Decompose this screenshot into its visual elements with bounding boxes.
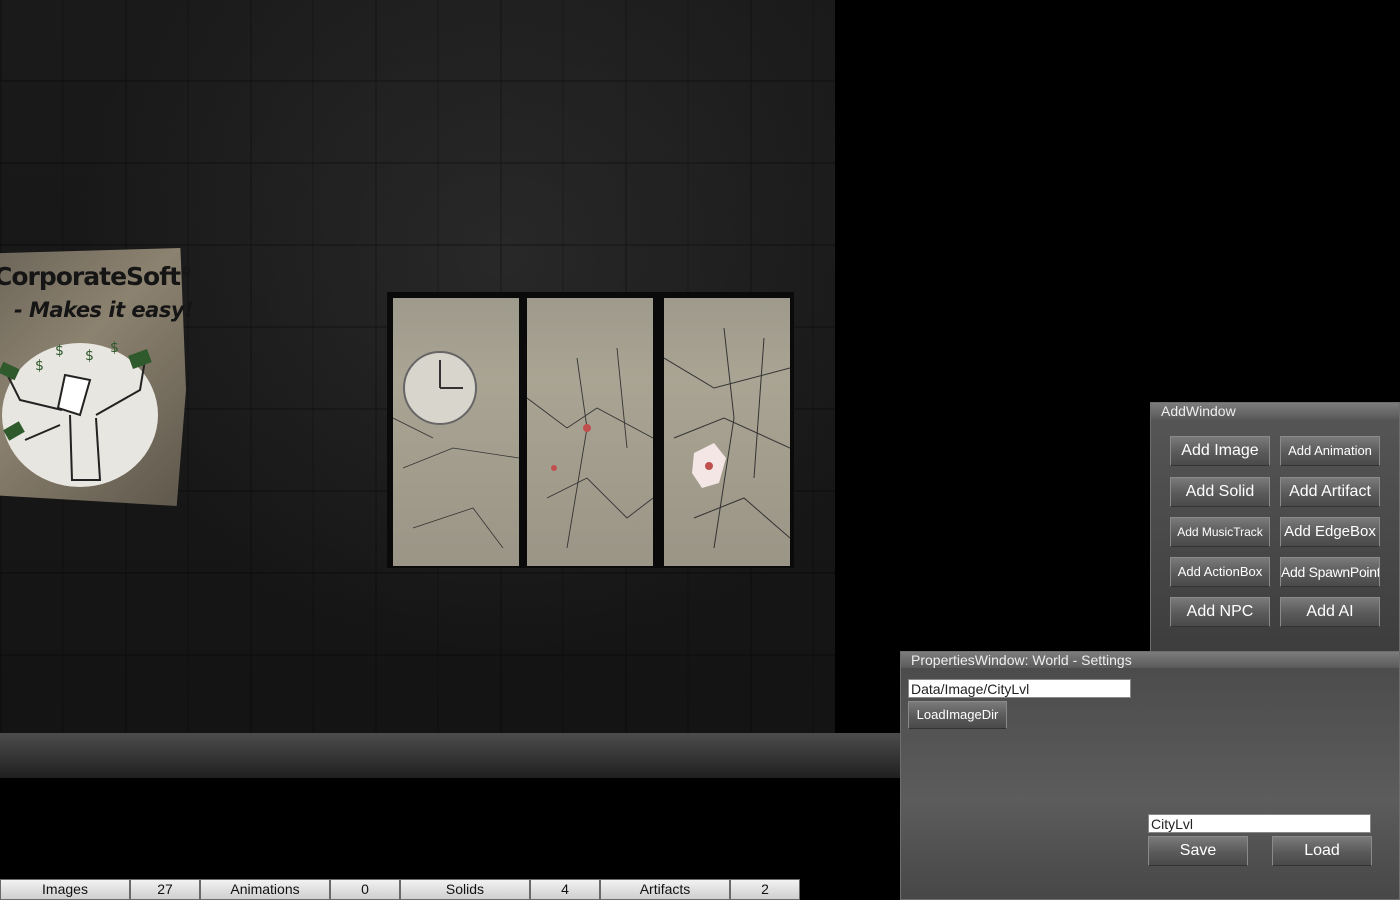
stats-bar: Images 27 Animations 0 Solids 4 Artifact… (0, 879, 800, 900)
properties-window-title: PropertiesWindow: World - Settings (901, 652, 1399, 668)
stat-animations-value: 0 (330, 879, 400, 900)
stat-artifacts-value: 2 (730, 879, 800, 900)
level-viewport[interactable]: CorporateSoft© - Makes it easy! $ $ $ $ (0, 0, 835, 735)
glass-cracks (527, 347, 653, 549)
add-npc-button[interactable]: Add NPC (1170, 597, 1270, 627)
window-pane-right (664, 298, 790, 566)
add-solid-button[interactable]: Add Solid (1170, 477, 1270, 507)
svg-text:$: $ (110, 340, 119, 356)
stat-artifacts-label: Artifacts (600, 879, 730, 900)
add-image-button[interactable]: Add Image (1170, 436, 1270, 466)
load-button[interactable]: Load (1272, 836, 1372, 866)
level-editor: CorporateSoft© - Makes it easy! $ $ $ $ (0, 0, 1400, 900)
poster-tagline: - Makes it easy! (14, 298, 194, 322)
window-pane-left (393, 298, 519, 566)
properties-window: PropertiesWindow: World - Settings LoadI… (900, 651, 1400, 900)
add-ai-button[interactable]: Add AI (1280, 597, 1380, 627)
add-artifact-button[interactable]: Add Artifact (1280, 477, 1380, 507)
floor-solid (0, 733, 900, 778)
stat-solids-value: 4 (530, 879, 600, 900)
svg-text:$: $ (85, 348, 94, 364)
add-window: AddWindow Add Image Add Animation Add So… (1150, 402, 1400, 652)
add-edgebox-button[interactable]: Add EdgeBox (1280, 517, 1380, 547)
add-actionbox-button[interactable]: Add ActionBox (1170, 557, 1270, 587)
image-dir-input[interactable] (908, 679, 1131, 698)
save-button[interactable]: Save (1148, 836, 1248, 866)
level-name-input[interactable] (1148, 814, 1371, 833)
glass-cracks (664, 327, 790, 549)
poster-title: CorporateSoft© (0, 262, 192, 291)
svg-text:$: $ (55, 343, 64, 359)
add-spawnpoint-button[interactable]: Add SpawnPoint (1280, 557, 1380, 587)
add-animation-button[interactable]: Add Animation (1280, 436, 1380, 466)
svg-text:$: $ (35, 358, 44, 374)
poster-illustration: $ $ $ $ (0, 340, 158, 487)
stat-solids-label: Solids (400, 879, 530, 900)
window-pane-middle (527, 298, 653, 566)
stat-animations-label: Animations (200, 879, 330, 900)
stat-images-value: 27 (130, 879, 200, 900)
load-image-dir-button[interactable]: LoadImageDir (908, 701, 1007, 729)
add-window-title: AddWindow (1151, 403, 1399, 419)
add-musictrack-button[interactable]: Add MusicTrack (1170, 517, 1270, 547)
stat-images-label: Images (0, 879, 130, 900)
wall-clock-icon (393, 351, 519, 549)
